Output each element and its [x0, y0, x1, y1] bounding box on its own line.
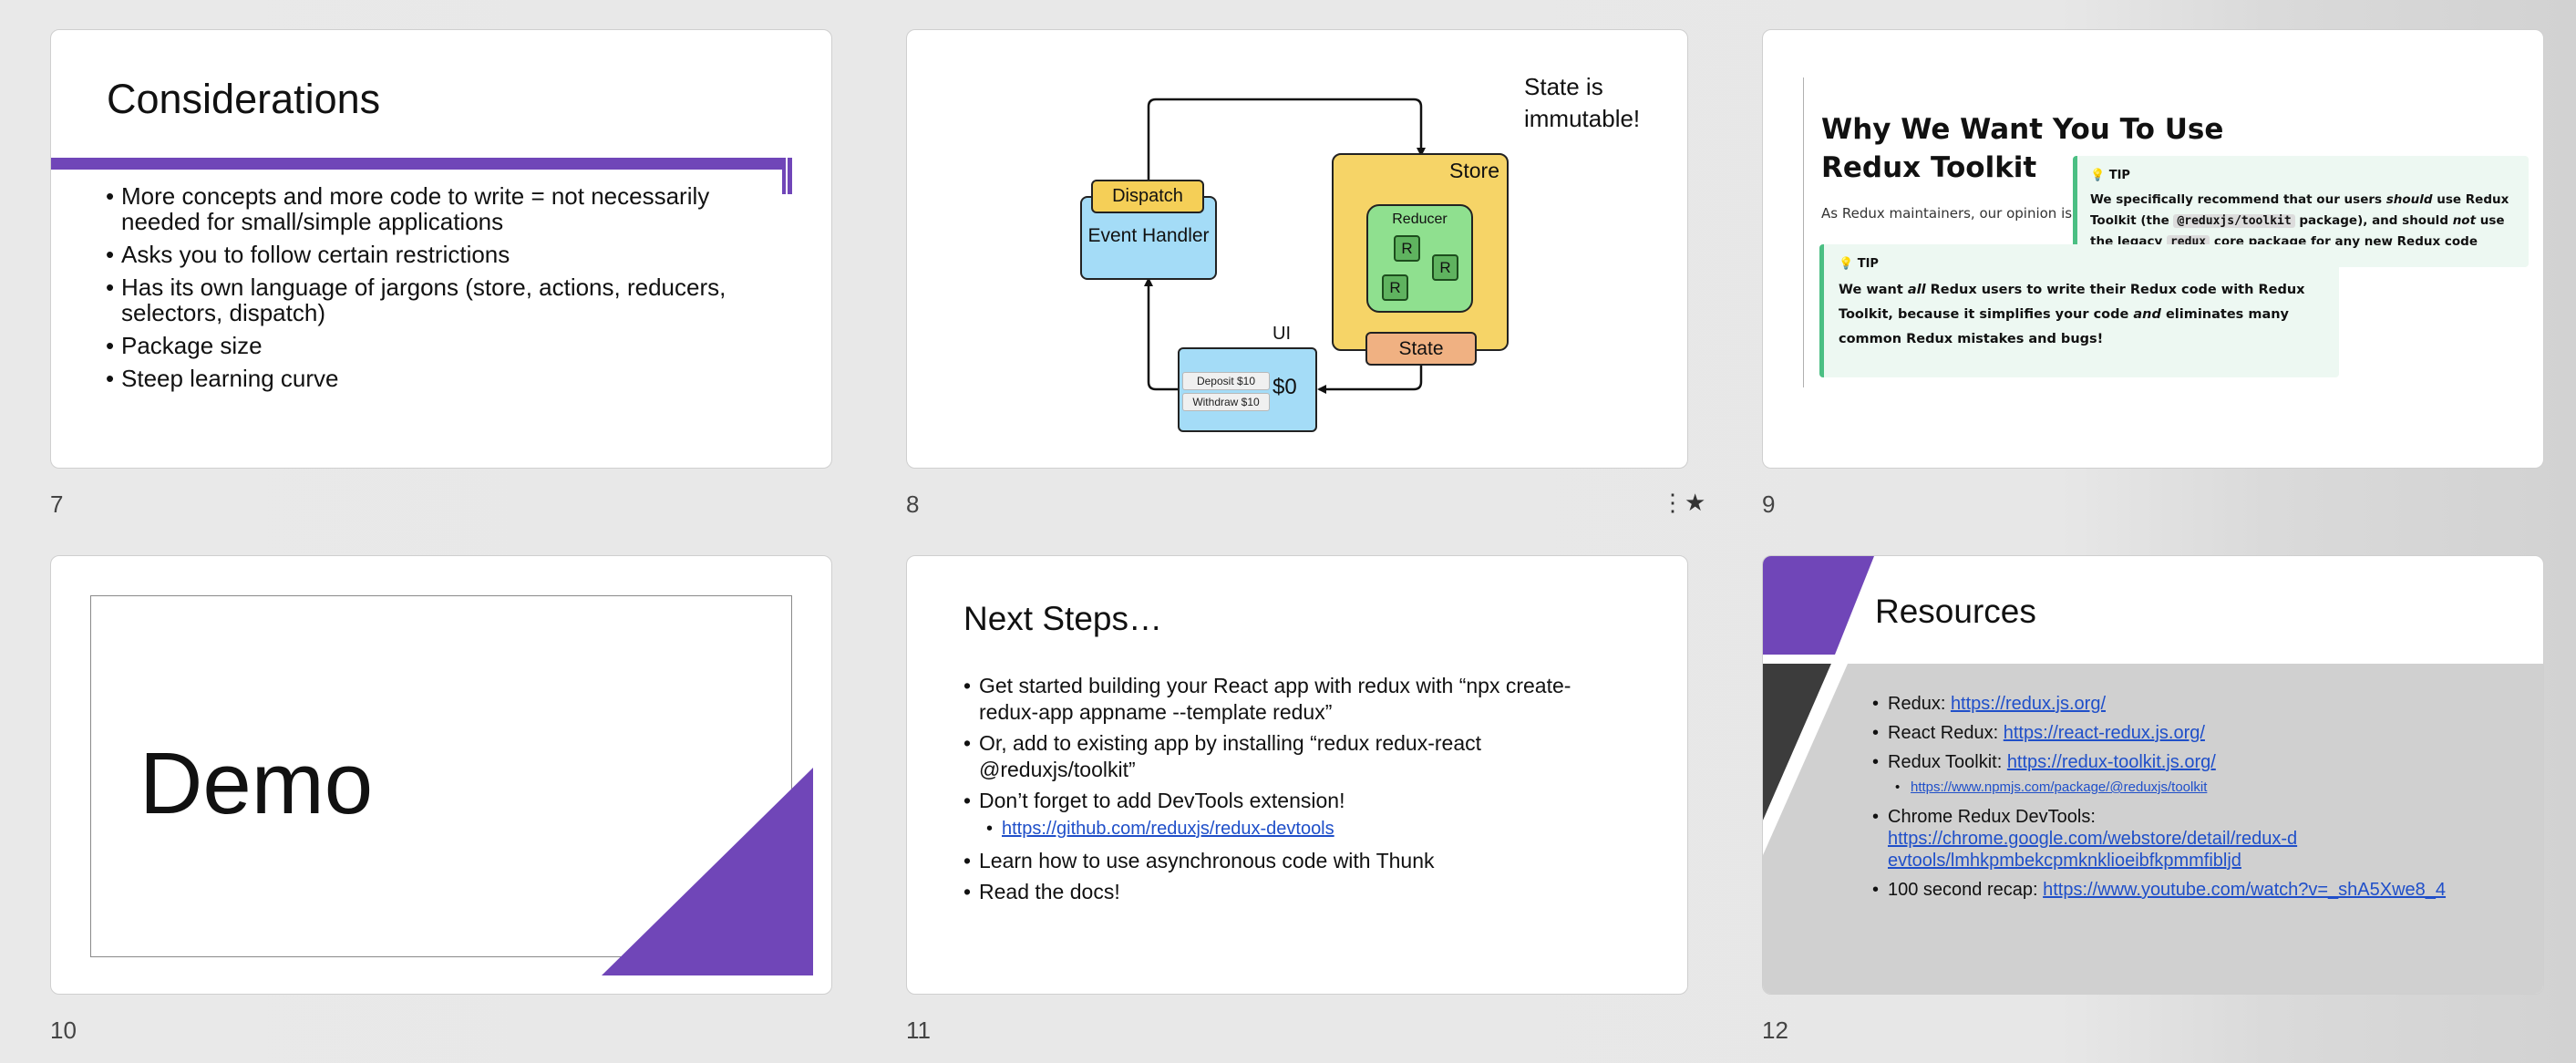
slide-title: Next Steps… [963, 600, 1162, 637]
slide-thumbnail-9[interactable]: Why We Want You To Use Redux Toolkit As … [1762, 29, 2544, 469]
reducer-r-box: R [1382, 274, 1408, 301]
star-icon[interactable]: ⋮★ [1661, 489, 1705, 517]
slide-thumbnail-10[interactable]: Demo [50, 555, 832, 995]
bullet-item: Don’t forget to add DevTools extension! [963, 788, 1620, 814]
bullet-item: Read the docs! [963, 879, 1620, 905]
tip-text: We want all Redux users to write their R… [1839, 283, 2305, 346]
bullet-list: More concepts and more code to write = n… [106, 183, 780, 391]
bullet-item: Asks you to follow certain restrictions [106, 242, 780, 267]
intro-text: As Redux maintainers, our opinion is: [1821, 205, 2077, 222]
content-divider [1803, 77, 1804, 387]
redux-toolkit-link[interactable]: https://redux-toolkit.js.org/ [2007, 752, 2216, 772]
accent-bar-end [788, 158, 792, 194]
bullet-item: Or, add to existing app by installing “r… [963, 730, 1620, 783]
balance-display: $0 [1273, 375, 1297, 399]
ui-box: Deposit $10 Withdraw $10 $0 [1178, 347, 1317, 432]
tip-label: TIP [1857, 257, 1879, 271]
slide-title: Considerations [107, 76, 381, 122]
bullet-item: Get started building your React app with… [963, 673, 1620, 726]
bullet-subitem: https://github.com/reduxjs/redux-devtool… [963, 816, 1620, 842]
reducer-box: Reducer R R R [1366, 204, 1473, 313]
slide-number-10: 10 [50, 1017, 77, 1044]
resource-item: 100 second recap: https://www.youtube.co… [1872, 879, 2529, 901]
slide-thumbnail-12[interactable]: Resources Redux: https://redux.js.org/ R… [1762, 555, 2544, 995]
state-immutable-note: State is immutable! [1524, 73, 1641, 132]
state-label: State [1398, 338, 1444, 359]
chrome-devtools-link[interactable]: https://chrome.google.com/webstore/detai… [1888, 828, 2307, 872]
store-label: Store [1449, 159, 1499, 182]
bullet-list: Get started building your React app with… [963, 673, 1620, 905]
resource-list: Redux: https://redux.js.org/ React Redux… [1872, 693, 2529, 901]
bullet-item: Learn how to use asynchronous code with … [963, 848, 1620, 874]
slide-number-11: 11 [906, 1017, 931, 1044]
reducer-r-box: R [1432, 254, 1458, 281]
slide-number-8: 8 [906, 490, 920, 518]
resource-item: Chrome Redux DevTools:https://chrome.goo… [1872, 806, 2529, 872]
dispatch-box: Dispatch [1091, 180, 1204, 213]
state-box: State [1365, 332, 1477, 366]
slide-thumbnail-8[interactable]: State is immutable! Event Handler Dispat… [906, 29, 1688, 469]
dispatch-label: Dispatch [1112, 186, 1183, 206]
tip-box-all-users: 💡 TIP We want all Redux users to write t… [1819, 244, 2339, 377]
slide-number-9: 9 [1762, 490, 1776, 518]
redux-link[interactable]: https://redux.js.org/ [1951, 694, 2106, 714]
react-redux-link[interactable]: https://react-redux.js.org/ [2004, 723, 2205, 743]
recap-video-link[interactable]: https://www.youtube.com/watch?v=_shA5Xwe… [2043, 880, 2446, 900]
tip-label: TIP [2108, 169, 2130, 182]
bullet-item: Package size [106, 333, 780, 358]
slide-thumbnail-11[interactable]: Next Steps… Get started building your Re… [906, 555, 1688, 995]
accent-bar-drop [782, 158, 786, 194]
bullet-item: Has its own language of jargons (store, … [106, 274, 780, 325]
resource-item: Redux Toolkit: https://redux-toolkit.js.… [1872, 751, 2529, 773]
ui-label: UI [1273, 324, 1291, 344]
npm-toolkit-link[interactable]: https://www.npmjs.com/package/@reduxjs/t… [1911, 779, 2207, 795]
resource-subitem: https://www.npmjs.com/package/@reduxjs/t… [1872, 777, 2529, 799]
bullet-item: Steep learning curve [106, 366, 780, 391]
slide-thumbnail-7[interactable]: Considerations More concepts and more co… [50, 29, 832, 469]
resource-item: Redux: https://redux.js.org/ [1872, 693, 2529, 715]
slide-title: Demo [139, 735, 374, 832]
bullet-item: More concepts and more code to write = n… [106, 183, 780, 234]
deposit-button: Deposit $10 [1182, 372, 1270, 390]
lightbulb-icon: 💡 [2090, 169, 2106, 182]
reducer-r-box: R [1394, 235, 1420, 262]
slide-number-12: 12 [1762, 1017, 1788, 1044]
devtools-link[interactable]: https://github.com/reduxjs/redux-devtool… [1002, 819, 1334, 839]
withdraw-button: Withdraw $10 [1182, 393, 1270, 411]
lightbulb-icon: 💡 [1839, 257, 1854, 271]
slide-number-7: 7 [50, 490, 64, 518]
accent-bar [51, 158, 786, 170]
slide-title: Resources [1875, 593, 2036, 630]
resource-item: React Redux: https://react-redux.js.org/ [1872, 722, 2529, 744]
event-handler-label: Event Handler [1087, 225, 1210, 246]
reducer-label: Reducer [1392, 212, 1448, 227]
